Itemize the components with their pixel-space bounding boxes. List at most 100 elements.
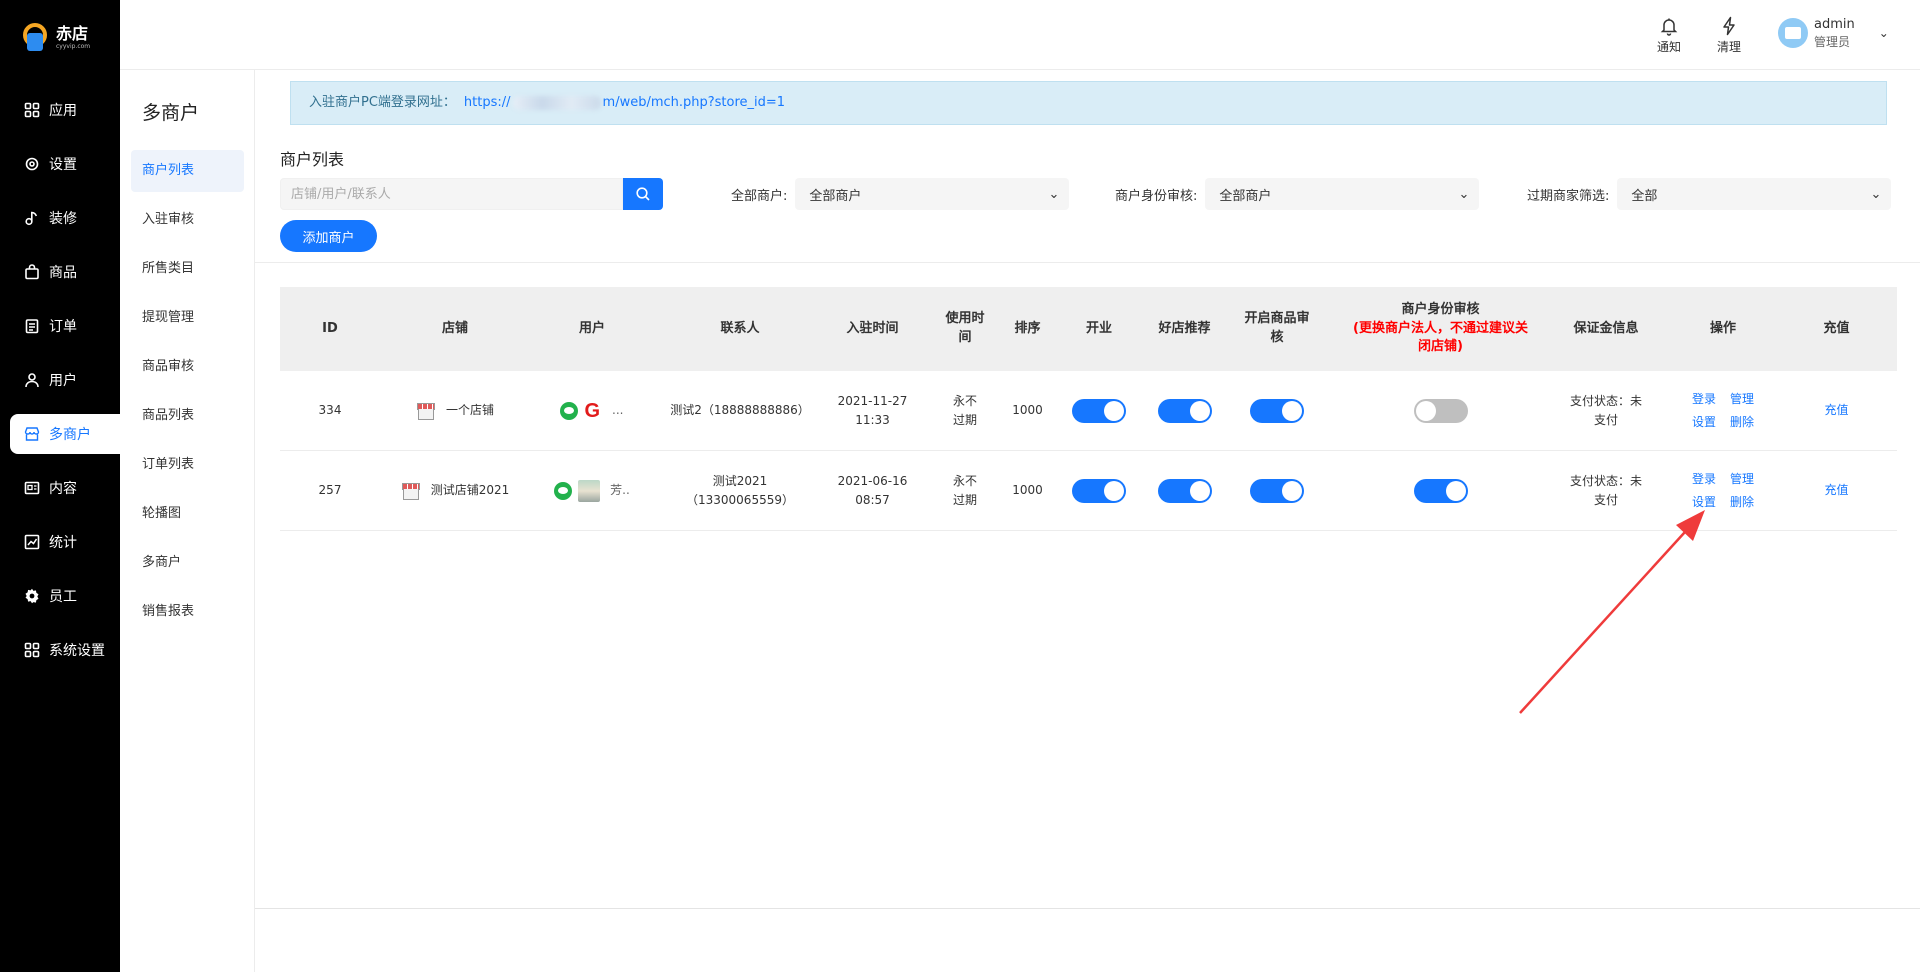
col-ops: 操作 <box>1709 320 1736 336</box>
sidebar-item-label: 员工 <box>49 589 77 605</box>
cell-open <box>1044 451 1154 530</box>
delete-link[interactable]: 删除 <box>1730 493 1754 512</box>
identity-audit-toggle[interactable] <box>1413 398 1468 423</box>
settings-link[interactable]: 设置 <box>1692 493 1716 512</box>
cell-joined: 2021-06-16 08:57 <box>826 451 919 530</box>
login-link[interactable]: 登录 <box>1692 470 1716 489</box>
bag-icon <box>24 264 40 280</box>
cell-open <box>1044 371 1154 450</box>
chevron-down-icon: ⌄ <box>1878 25 1889 40</box>
submenu-item-goods-list[interactable]: 商品列表 <box>131 395 244 437</box>
cell-ops: 登录 管理 设置 删除 <box>1670 371 1776 450</box>
cell-sort: 1000 <box>1012 483 1043 498</box>
grid-icon <box>24 102 40 118</box>
recharge-link[interactable]: 充值 <box>1824 481 1848 500</box>
lightning-icon <box>1723 16 1735 36</box>
brand-logo[interactable]: 赤店 cyyvip.com <box>20 20 90 56</box>
settings-link[interactable]: 设置 <box>1692 413 1716 432</box>
submenu-item-join-review[interactable]: 入驻审核 <box>131 199 244 241</box>
sidebar-item-multi-merchant[interactable]: 多商户 <box>10 414 120 454</box>
sidebar-item-decorate[interactable]: 装修 <box>0 198 120 238</box>
store-icon <box>24 426 40 442</box>
owl-logo-icon <box>20 23 50 53</box>
sidebar-item-system-settings[interactable]: 系统设置 <box>0 630 120 670</box>
user-role: 管理员 <box>1814 34 1851 49</box>
col-use-time: 使用时间 <box>945 311 985 345</box>
cell-deposit: 支付状态：未支付 <box>1570 393 1643 427</box>
store-icon <box>401 482 420 500</box>
user-name: 芳.. <box>610 483 630 498</box>
notice-url-end[interactable]: m/web/mch.php?store_id=1 <box>603 95 786 110</box>
login-url-notice: 入驻商户PC端登录网址： https:// m/web/mch.php?store_… <box>290 81 1887 125</box>
cell-goods-audit <box>1215 451 1339 530</box>
cell-user: 芳.. <box>530 451 654 530</box>
filter-merchant-select[interactable]: 全部商户 ⌄ <box>795 178 1070 210</box>
sidebar-nav: 应用 设置 装修 商品 订单 用户 多商户 内容 统计 员工 系统设置 <box>0 90 120 684</box>
sidebar-item-goods[interactable]: 商品 <box>0 252 120 292</box>
sidebar-item-label: 用户 <box>49 373 77 389</box>
submenu-item-merchant-list[interactable]: 商户列表 <box>131 150 244 192</box>
add-merchant-button[interactable]: 添加商户 <box>280 220 377 252</box>
manage-link[interactable]: 管理 <box>1730 470 1754 489</box>
recommend-toggle[interactable] <box>1157 398 1212 423</box>
cell-identity-audit <box>1339 371 1542 450</box>
divider <box>255 262 1920 263</box>
user-menu[interactable]: admin 管理员 ⌄ <box>1778 16 1889 50</box>
notify-button[interactable]: 通知 <box>1657 16 1681 55</box>
sidebar-item-label: 装修 <box>49 211 77 227</box>
sidebar-item-orders[interactable]: 订单 <box>0 306 120 346</box>
search-input[interactable] <box>280 178 623 210</box>
recharge-link[interactable]: 充值 <box>1824 401 1848 420</box>
cell-id: 334 <box>318 403 342 418</box>
login-link[interactable]: 登录 <box>1692 390 1716 409</box>
col-deposit: 保证金信息 <box>1573 320 1639 336</box>
user-name: admin <box>1814 17 1855 32</box>
submenu-item-withdraw[interactable]: 提现管理 <box>131 297 244 339</box>
open-toggle[interactable] <box>1072 478 1126 503</box>
clean-button[interactable]: 清理 <box>1717 16 1741 55</box>
submenu-item-goods-review[interactable]: 商品审核 <box>131 346 244 388</box>
identity-audit-toggle[interactable] <box>1413 478 1468 503</box>
goods-audit-toggle[interactable] <box>1250 478 1304 503</box>
filter-identity-select[interactable]: 全部商户 ⌄ <box>1205 178 1480 210</box>
clean-label: 清理 <box>1717 40 1742 54</box>
notify-label: 通知 <box>1657 40 1682 54</box>
footer-divider <box>255 908 1920 909</box>
sidebar-item-users[interactable]: 用户 <box>0 360 120 400</box>
filter-identity-audit: 商户身份审核: 全部商户 ⌄ <box>1115 178 1480 210</box>
joined-date: 2021-11-27 <box>837 393 908 408</box>
submenu-item-carousel[interactable]: 轮播图 <box>131 493 244 535</box>
sidebar-item-content[interactable]: 内容 <box>0 468 120 508</box>
notice-url-start[interactable]: https:// <box>464 95 511 110</box>
filter-merchant: 全部商户: 全部商户 ⌄ <box>731 178 1070 210</box>
sidebar-item-stats[interactable]: 统计 <box>0 522 120 562</box>
brand-sub: cyyvip.com <box>56 43 91 50</box>
col-store: 店铺 <box>441 320 468 336</box>
sidebar-item-apps[interactable]: 应用 <box>0 90 120 130</box>
page-title: 商户列表 <box>280 150 345 169</box>
submenu-item-sales-report[interactable]: 销售报表 <box>131 591 244 633</box>
cell-sort: 1000 <box>1012 403 1043 418</box>
submenu-item-categories[interactable]: 所售类目 <box>131 248 244 290</box>
sidebar-item-label: 订单 <box>49 319 77 335</box>
submenu-item-multi-merchant[interactable]: 多商户 <box>131 542 244 584</box>
manage-link[interactable]: 管理 <box>1730 390 1754 409</box>
recommend-toggle[interactable] <box>1157 478 1212 503</box>
cell-user: G ... <box>530 371 654 450</box>
open-toggle[interactable] <box>1072 398 1126 423</box>
goods-audit-toggle[interactable] <box>1250 398 1304 423</box>
sidebar-item-settings[interactable]: 设置 <box>0 144 120 184</box>
search-button[interactable] <box>623 178 663 210</box>
grid-icon <box>24 642 40 658</box>
table-row: 257 测试店铺2021 芳.. 测试2021（13300065559） 202… <box>280 451 1897 531</box>
filter-expired-select[interactable]: 全部 ⌄ <box>1617 178 1892 210</box>
sidebar-item-label: 系统设置 <box>49 643 105 659</box>
bell-icon <box>1660 18 1678 36</box>
delete-link[interactable]: 删除 <box>1730 413 1754 432</box>
col-sort: 排序 <box>1014 320 1041 336</box>
col-open: 开业 <box>1085 320 1112 336</box>
filter-label: 全部商户: <box>731 188 788 204</box>
sidebar-item-staff[interactable]: 员工 <box>0 576 120 616</box>
col-recharge: 充值 <box>1823 320 1850 336</box>
submenu-item-order-list[interactable]: 订单列表 <box>131 444 244 486</box>
